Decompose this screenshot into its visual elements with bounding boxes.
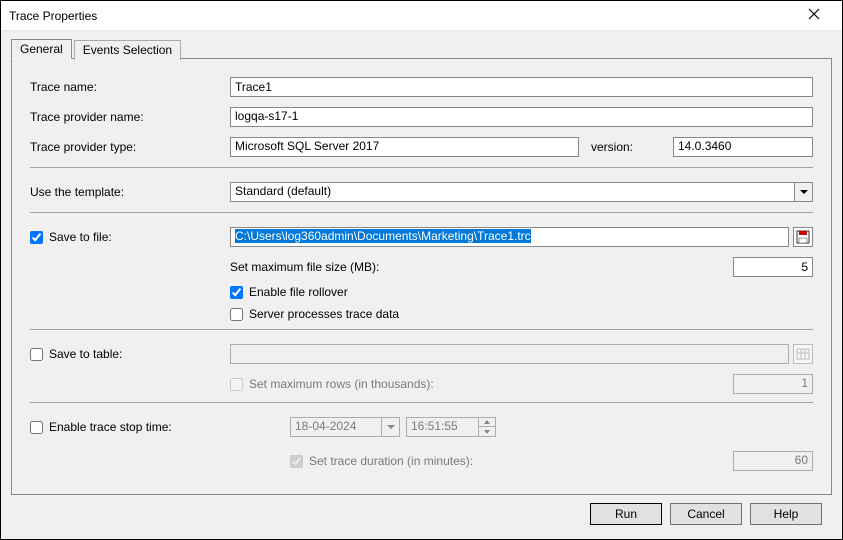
max-file-size-label: Set maximum file size (MB): — [230, 260, 630, 274]
server-processes-label: Server processes trace data — [249, 307, 399, 321]
server-processes-check[interactable] — [230, 308, 243, 321]
cancel-button[interactable]: Cancel — [670, 503, 742, 525]
chevron-down-icon — [387, 423, 395, 431]
save-to-table-checkbox[interactable]: Save to table: — [30, 347, 230, 361]
separator — [30, 212, 813, 213]
max-rows-label: Set maximum rows (in thousands): — [249, 377, 434, 391]
set-duration-label: Set trace duration (in minutes): — [309, 454, 473, 468]
provider-type-label: Trace provider type: — [30, 140, 230, 154]
max-rows-checkbox: Set maximum rows (in thousands): — [230, 377, 630, 391]
file-path-text: C:\Users\log360admin\Documents\Marketing… — [235, 229, 531, 243]
browse-file-button[interactable] — [793, 227, 813, 247]
duration-input: 60 — [733, 451, 813, 471]
save-to-file-checkbox[interactable]: Save to file: — [30, 230, 230, 244]
tab-general[interactable]: General — [11, 39, 72, 59]
save-to-table-check[interactable] — [30, 348, 43, 361]
provider-type-value: Microsoft SQL Server 2017 — [230, 137, 579, 157]
trace-name-label: Trace name: — [30, 80, 230, 94]
trace-name-input[interactable] — [230, 77, 813, 97]
window-title: Trace Properties — [9, 9, 794, 23]
trace-properties-window: Trace Properties General Events Selectio… — [0, 0, 843, 540]
stop-date-input: 18-04-2024 — [290, 417, 382, 437]
chevron-up-icon — [484, 420, 490, 424]
tab-events-selection[interactable]: Events Selection — [74, 40, 181, 60]
help-button[interactable]: Help — [750, 503, 822, 525]
tabstrip: General Events Selection — [11, 39, 832, 59]
enable-rollover-checkbox[interactable]: Enable file rollover — [230, 285, 348, 299]
version-label: version: — [591, 140, 661, 154]
save-to-table-label: Save to table: — [49, 347, 122, 361]
save-to-file-label: Save to file: — [49, 230, 112, 244]
template-combo[interactable]: Standard (default) — [230, 182, 813, 202]
provider-name-label: Trace provider name: — [30, 110, 230, 124]
enable-stop-label: Enable trace stop time: — [49, 420, 172, 434]
enable-stop-checkbox[interactable]: Enable trace stop time: — [30, 420, 230, 434]
use-template-label: Use the template: — [30, 185, 230, 199]
separator — [30, 402, 813, 403]
run-button[interactable]: Run — [590, 503, 662, 525]
close-icon — [808, 8, 820, 20]
table-icon — [796, 347, 810, 361]
content-area: General Events Selection Trace name: Tra… — [1, 31, 842, 539]
max-rows-input: 1 — [733, 374, 813, 394]
save-to-file-check[interactable] — [30, 231, 43, 244]
titlebar: Trace Properties — [1, 1, 842, 31]
stop-time-input: 16:51:55 — [406, 417, 479, 437]
set-duration-check — [290, 455, 303, 468]
version-value: 14.0.3460 — [673, 137, 813, 157]
max-rows-check — [230, 378, 243, 391]
server-processes-checkbox[interactable]: Server processes trace data — [230, 307, 399, 321]
provider-name-value: logqa-s17-1 — [230, 107, 813, 127]
stop-time-spinner — [479, 417, 496, 437]
template-value: Standard (default) — [230, 182, 795, 202]
stop-date-dropdown — [382, 417, 400, 437]
chevron-down-icon — [800, 188, 808, 196]
general-panel: Trace name: Trace provider name: logqa-s… — [11, 58, 832, 495]
file-path-input[interactable]: C:\Users\log360admin\Documents\Marketing… — [230, 227, 789, 247]
separator — [30, 329, 813, 330]
footer-buttons: Run Cancel Help — [11, 495, 832, 533]
chevron-down-icon — [484, 430, 490, 434]
separator — [30, 167, 813, 168]
set-duration-checkbox: Set trace duration (in minutes): — [230, 454, 630, 468]
enable-rollover-check[interactable] — [230, 286, 243, 299]
template-dropdown-button[interactable] — [795, 182, 813, 202]
save-icon — [796, 230, 810, 244]
max-file-size-input[interactable] — [733, 257, 813, 277]
browse-table-button — [793, 344, 813, 364]
enable-rollover-label: Enable file rollover — [249, 285, 348, 299]
enable-stop-check[interactable] — [30, 421, 43, 434]
close-button[interactable] — [794, 8, 834, 23]
table-path-input — [230, 344, 789, 364]
